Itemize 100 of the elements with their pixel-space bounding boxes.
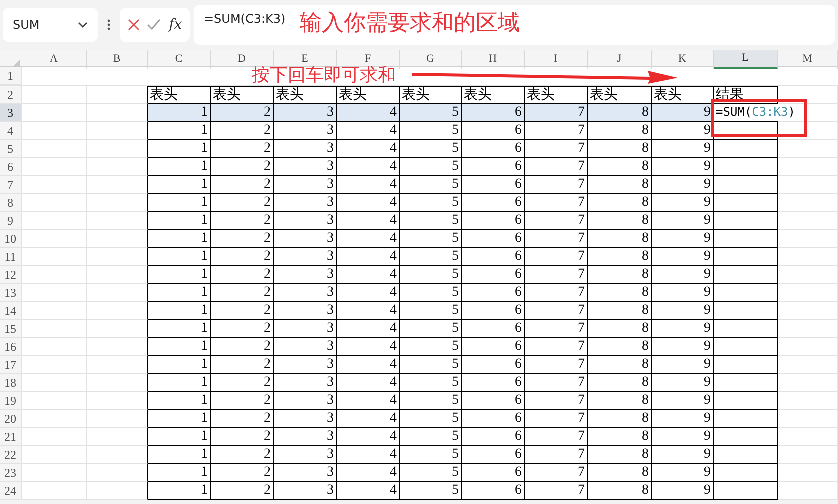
table-cell <box>778 392 838 410</box>
table-cell: 2 <box>211 140 274 158</box>
row-number[interactable]: 15 <box>0 320 22 338</box>
table-cell: 9 <box>652 356 714 374</box>
table-cell: 6 <box>462 338 525 356</box>
row-number[interactable]: 13 <box>0 284 22 302</box>
cancel-icon[interactable] <box>128 19 140 31</box>
table-cell <box>22 464 87 482</box>
row-number[interactable]: 4 <box>0 122 22 140</box>
row-number[interactable]: 17 <box>0 356 22 374</box>
table-cell: 4 <box>337 356 400 374</box>
row-number[interactable]: 2 <box>0 86 22 104</box>
table-cell <box>87 212 148 230</box>
table-cell: 5 <box>400 212 462 230</box>
table-cell: 7 <box>525 176 588 194</box>
table-cell: 3 <box>274 338 337 356</box>
table-cell: 表头 <box>148 86 211 104</box>
table-cell <box>87 194 148 212</box>
table-cell: 6 <box>462 464 525 482</box>
table-cell <box>714 338 778 356</box>
row-number[interactable]: 6 <box>0 158 22 176</box>
row-number[interactable]: 10 <box>0 230 22 248</box>
row-number[interactable]: 7 <box>0 176 22 194</box>
table-cell: 6 <box>462 482 525 500</box>
table-cell: 4 <box>337 302 400 320</box>
table-cell: 3 <box>274 482 337 500</box>
chevron-down-icon <box>78 22 88 28</box>
table-cell <box>22 122 87 140</box>
insert-function-button[interactable]: fx <box>169 14 182 36</box>
table-cell <box>87 122 148 140</box>
table-cell: 2 <box>211 464 274 482</box>
row-number[interactable]: 11 <box>0 248 22 266</box>
table-cell: 5 <box>400 140 462 158</box>
row-number[interactable]: 9 <box>0 212 22 230</box>
row-number[interactable]: 16 <box>0 338 22 356</box>
row-number[interactable]: 21 <box>0 428 22 446</box>
annotation-text: 按下回车即可求和 <box>252 67 396 85</box>
row-number[interactable]: 8 <box>0 194 22 212</box>
table-cell <box>714 158 778 176</box>
check-icon[interactable] <box>147 19 162 31</box>
row-number[interactable]: 1 <box>0 67 22 85</box>
table-cell: 8 <box>588 176 652 194</box>
table-cell: 4 <box>337 284 400 302</box>
table-cell: 5 <box>400 104 462 122</box>
table-cell: 2 <box>211 248 274 266</box>
formula-text[interactable]: =SUM(C3:K3) <box>716 104 796 121</box>
row-number[interactable]: 22 <box>0 446 22 464</box>
table-cell <box>778 338 838 356</box>
table-cell <box>714 302 778 320</box>
row-number[interactable]: 18 <box>0 374 22 392</box>
table-cell: 7 <box>525 464 588 482</box>
row-number[interactable]: 14 <box>0 302 22 320</box>
table-cell: 3 <box>274 464 337 482</box>
table-cell <box>778 464 838 482</box>
table-cell: 8 <box>588 230 652 248</box>
table-cell: 3 <box>274 212 337 230</box>
table-cell <box>87 284 148 302</box>
table-cell <box>22 230 87 248</box>
table-cell: 8 <box>588 428 652 446</box>
table-cell: 2 <box>211 428 274 446</box>
table-cell: 5 <box>400 392 462 410</box>
row-number[interactable]: 3 <box>0 104 22 122</box>
row-number[interactable]: 20 <box>0 410 22 428</box>
row-number[interactable]: 24 <box>0 482 22 500</box>
table-cell: 2 <box>211 410 274 428</box>
table-cell: 4 <box>337 176 400 194</box>
column-header[interactable]: L <box>714 50 778 68</box>
table-cell: 9 <box>652 140 714 158</box>
table-cell: 7 <box>525 266 588 284</box>
table-cell <box>778 284 838 302</box>
row-number[interactable]: 19 <box>0 392 22 410</box>
table-cell: 2 <box>211 158 274 176</box>
table-cell <box>87 266 148 284</box>
table-cell: 2 <box>211 374 274 392</box>
row-number[interactable]: 12 <box>0 266 22 284</box>
annotation-text: 输入你需要求和的区域 <box>300 11 520 37</box>
table-cell <box>714 284 778 302</box>
table-cell: 7 <box>525 158 588 176</box>
row-number[interactable]: 23 <box>0 464 22 482</box>
name-box[interactable]: SUM <box>3 8 98 42</box>
table-cell: 8 <box>588 482 652 500</box>
table-cell <box>87 140 148 158</box>
table-cell: 8 <box>588 464 652 482</box>
table-cell: 6 <box>462 194 525 212</box>
row-number[interactable]: 5 <box>0 140 22 158</box>
table-cell: 5 <box>400 176 462 194</box>
table-cell: 2 <box>211 392 274 410</box>
table-cell: 1 <box>148 410 211 428</box>
table-cell: 2 <box>211 338 274 356</box>
table-cell <box>22 266 87 284</box>
table-cell: 8 <box>588 104 652 122</box>
table-cell <box>714 194 778 212</box>
table-cell: 5 <box>400 158 462 176</box>
table-cell: 3 <box>274 356 337 374</box>
table-cell: 5 <box>400 338 462 356</box>
table-cell <box>778 266 838 284</box>
table-cell: 9 <box>652 122 714 140</box>
table-cell <box>714 428 778 446</box>
table-cell: 1 <box>148 482 211 500</box>
table-cell: 4 <box>337 266 400 284</box>
